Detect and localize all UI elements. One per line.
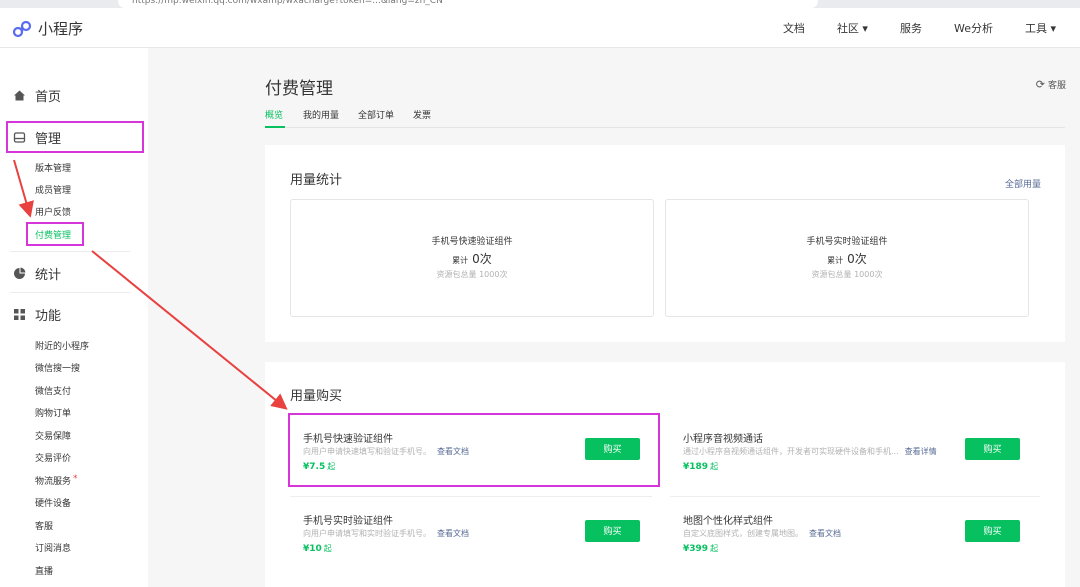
- sidebar-item-nearby[interactable]: 附近的小程序: [35, 339, 89, 352]
- purchase-item-desc: 自定义底图样式，创建专属地图。 查看文档: [683, 528, 841, 539]
- purchase-item-name: 地图个性化样式组件: [683, 516, 773, 527]
- sidebar-item-live[interactable]: 直播: [35, 564, 53, 577]
- top-nav: 文档 社区 ▾ 服务 We分析 工具 ▾: [751, 8, 1056, 48]
- usage-purchase-title: 用量购买: [290, 389, 343, 404]
- purchase-item-desc-text: 向用户申请填写和实时验证手机号。: [303, 529, 431, 538]
- grid-icon: [12, 308, 26, 322]
- tab-overview[interactable]: 概览: [265, 108, 283, 121]
- nav-community[interactable]: 社区 ▾: [837, 20, 868, 36]
- sidebar-item-hardware[interactable]: 硬件设备: [35, 496, 71, 509]
- view-docs-link[interactable]: 查看文档: [809, 529, 841, 538]
- sidebar-item-version[interactable]: 版本管理: [35, 161, 71, 174]
- sidebar-item-guarantee[interactable]: 交易保障: [35, 429, 71, 442]
- sidebar-item-search[interactable]: 微信搜一搜: [35, 361, 80, 374]
- highlight-box-billing: [26, 222, 84, 246]
- purchase-item-price: ¥10 起: [303, 543, 332, 554]
- highlight-box-manage: [6, 121, 144, 153]
- browser-toolbar: https://mp.weixin.qq.com/wxamp/wxacharge…: [0, 0, 1080, 8]
- stat-card-name: 手机号快速验证组件: [431, 237, 513, 247]
- tab-my-usage[interactable]: 我的用量: [303, 108, 339, 121]
- buy-button[interactable]: 购买: [965, 438, 1020, 460]
- sidebar-item-review[interactable]: 交易评价: [35, 451, 71, 464]
- price-suffix: 起: [710, 544, 719, 553]
- stat-card-total: 累计 0次: [666, 250, 1028, 267]
- stat-card-name: 手机号实时验证组件: [806, 237, 888, 247]
- purchase-item-desc: 通过小程序音视频通话组件，开发者可实现硬件设备和手机... 查看详情: [683, 446, 937, 457]
- logo[interactable]: 小程序: [12, 18, 83, 39]
- nav-tools[interactable]: 工具 ▾: [1025, 20, 1056, 36]
- stat-total-value: 0次: [472, 252, 492, 266]
- purchase-item-desc: 向用户申请填写和实时验证手机号。 查看文档: [303, 528, 469, 539]
- active-tab-indicator: [265, 126, 285, 128]
- tab-bar: 概览 我的用量 全部订单 发票: [265, 104, 1065, 128]
- pie-chart-icon: [12, 267, 26, 281]
- price-value: ¥189: [683, 462, 709, 472]
- usage-stats-panel: 用量统计 全部用量 手机号快速验证组件 累计 0次 资源包总量 1000次 手机号…: [265, 145, 1065, 342]
- divider: [10, 292, 130, 293]
- price-value: ¥10: [303, 544, 322, 554]
- nav-docs[interactable]: 文档: [783, 20, 805, 36]
- purchase-item-name: 手机号实时验证组件: [303, 516, 393, 527]
- home-icon: [12, 89, 26, 103]
- view-docs-link[interactable]: 查看文档: [437, 529, 469, 538]
- sidebar-item-subscribe[interactable]: 订阅消息: [35, 541, 71, 554]
- view-details-link[interactable]: 查看详情: [905, 447, 937, 456]
- new-badge: *: [73, 474, 78, 484]
- sidebar-item-members[interactable]: 成员管理: [35, 183, 71, 196]
- address-bar[interactable]: https://mp.weixin.qq.com/wxamp/wxacharge…: [118, 0, 818, 8]
- stat-total-label: 累计: [827, 256, 844, 265]
- price-suffix: 起: [710, 462, 719, 471]
- purchase-item-desc-text: 自定义底图样式，创建专属地图。: [683, 529, 803, 538]
- price-suffix: 起: [323, 544, 332, 553]
- price-value: ¥399: [683, 544, 709, 554]
- stat-card-realtime-verify: 手机号实时验证组件 累计 0次 资源包总量 1000次: [665, 199, 1029, 317]
- sidebar-item-logistics[interactable]: 物流服务 *: [35, 474, 78, 487]
- purchase-item-map-style: 地图个性化样式组件 自定义底图样式，创建专属地图。 查看文档 ¥399 起 购买: [670, 496, 1032, 562]
- purchase-item-name: 小程序音视频通话: [683, 434, 763, 445]
- sidebar-label-stats: 统计: [35, 268, 62, 283]
- customer-service-label: 客服: [1047, 81, 1066, 91]
- top-header: 小程序 文档 社区 ▾ 服务 We分析 工具 ▾: [0, 8, 1080, 48]
- highlight-box-purchase-item: [288, 413, 660, 487]
- purchase-item-price: ¥189 起: [683, 461, 718, 472]
- logo-text: 小程序: [38, 20, 84, 38]
- nav-services[interactable]: 服务: [900, 20, 922, 36]
- buy-button[interactable]: 购买: [585, 520, 640, 542]
- stat-card-total: 累计 0次: [291, 250, 653, 267]
- purchase-item-av-call: 小程序音视频通话 通过小程序音视频通话组件，开发者可实现硬件设备和手机... 查看…: [670, 414, 1032, 480]
- sidebar-item-features[interactable]: 功能: [12, 305, 61, 324]
- miniprogram-logo-icon: [12, 20, 32, 37]
- headset-icon: ⟳: [1035, 78, 1045, 91]
- all-usage-link[interactable]: 全部用量: [1005, 177, 1041, 190]
- stat-total-label: 累计: [452, 256, 469, 265]
- page-title: 付费管理: [265, 79, 333, 99]
- usage-stats-title: 用量统计: [290, 173, 343, 188]
- purchase-item-desc-text: 通过小程序音视频通话组件，开发者可实现硬件设备和手机...: [683, 447, 899, 456]
- purchase-item-realtime-verify: 手机号实时验证组件 向用户申请填写和实时验证手机号。 查看文档 ¥10 起 购买: [290, 496, 652, 562]
- purchase-item-price: ¥399 起: [683, 543, 718, 554]
- stat-card-quota: 资源包总量 1000次: [436, 270, 508, 279]
- divider: [10, 251, 130, 252]
- sidebar-label-home: 首页: [35, 90, 62, 105]
- sidebar-label-logistics: 物流服务: [35, 477, 72, 487]
- stat-total-value: 0次: [847, 252, 867, 266]
- sidebar-label-features: 功能: [35, 309, 62, 324]
- tab-invoice[interactable]: 发票: [413, 108, 431, 121]
- buy-button[interactable]: 购买: [965, 520, 1020, 542]
- customer-service-link[interactable]: ⟳ 客服: [1036, 78, 1066, 91]
- sidebar-item-orders[interactable]: 购物订单: [35, 406, 71, 419]
- sidebar-item-home[interactable]: 首页: [12, 86, 61, 105]
- sidebar-item-pay[interactable]: 微信支付: [35, 384, 71, 397]
- sidebar-item-feedback[interactable]: 用户反馈: [35, 205, 71, 218]
- nav-we-analysis[interactable]: We分析: [954, 20, 993, 36]
- sidebar-item-service[interactable]: 客服: [35, 519, 53, 532]
- sidebar-item-stats[interactable]: 统计: [12, 264, 61, 283]
- stat-card-quota: 资源包总量 1000次: [811, 270, 883, 279]
- stat-card-quick-verify: 手机号快速验证组件 累计 0次 资源包总量 1000次: [290, 199, 654, 317]
- tab-all-orders[interactable]: 全部订单: [358, 108, 394, 121]
